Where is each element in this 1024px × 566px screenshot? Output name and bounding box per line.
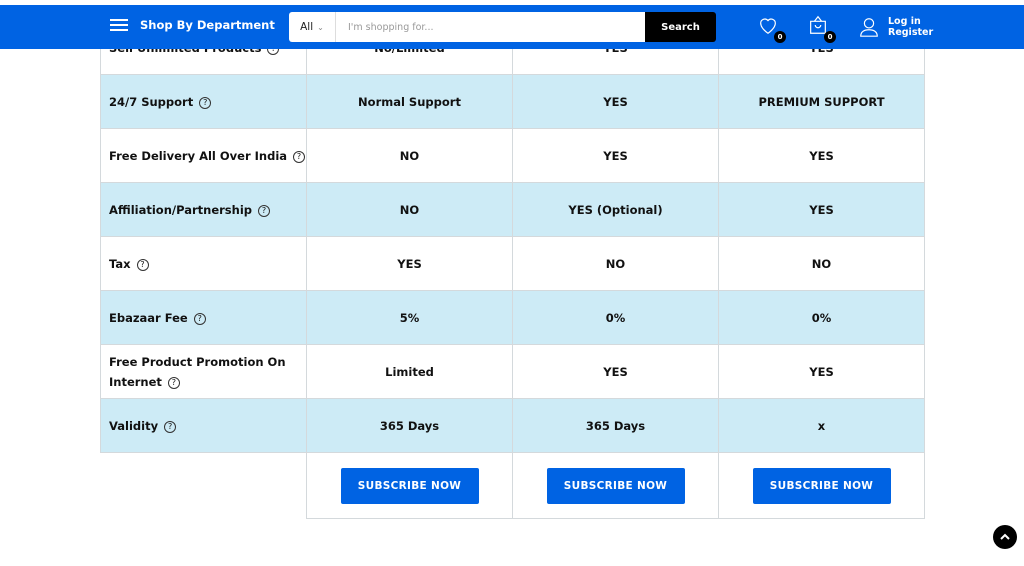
- table-row: Ebazaar Fee? 5% 0% 0%: [100, 290, 925, 345]
- help-icon[interactable]: ?: [136, 258, 149, 271]
- feature-label-cell: Validity?: [100, 398, 307, 453]
- feature-label: Validity: [109, 418, 159, 433]
- feature-label-cell: Ebazaar Fee?: [100, 290, 307, 345]
- subscribe-row: SUBSCRIBE NOW SUBSCRIBE NOW SUBSCRIBE NOW: [100, 452, 925, 519]
- subscribe-now-button[interactable]: SUBSCRIBE NOW: [340, 467, 479, 504]
- feature-label-cell: Affiliation/Partnership?: [100, 182, 307, 237]
- menu-icon: [110, 19, 128, 31]
- login-link[interactable]: Log in: [888, 16, 933, 27]
- register-link[interactable]: Register: [888, 27, 933, 38]
- feature-label: Free Product Promotion On Internet: [109, 354, 286, 389]
- search-bar: All ⌄ Search: [289, 12, 716, 42]
- plan-value-cell: NO: [718, 236, 925, 291]
- plan-value-cell: YES: [306, 236, 513, 291]
- subscribe-cell: SUBSCRIBE NOW: [718, 452, 925, 519]
- plan-value-cell: 0%: [512, 290, 719, 345]
- plan-value-cell: YES: [512, 128, 719, 183]
- plan-value-cell: Normal Support: [306, 74, 513, 129]
- plan-value-cell: YES (Optional): [512, 182, 719, 237]
- subscribe-now-button[interactable]: SUBSCRIBE NOW: [546, 467, 685, 504]
- feature-label-cell: Tax?: [100, 236, 307, 291]
- cart-count: 0: [824, 31, 836, 43]
- search-input[interactable]: [336, 12, 645, 42]
- feature-label: Free Delivery All Over India: [109, 148, 288, 163]
- category-value: All: [300, 21, 314, 33]
- feature-label: Affiliation/Partnership: [109, 202, 253, 217]
- feature-label: Tax: [109, 256, 131, 271]
- feature-label-cell: 24/7 Support?: [100, 74, 307, 129]
- table-row: Free Delivery All Over India? NO YES YES: [100, 128, 925, 183]
- plan-value-cell: 365 Days: [512, 398, 719, 453]
- plan-value-cell: NO: [512, 236, 719, 291]
- plan-value-cell: PREMIUM SUPPORT: [718, 74, 925, 129]
- help-icon[interactable]: ?: [258, 204, 271, 217]
- feature-label: 24/7 Support: [109, 94, 194, 109]
- subscribe-cell: SUBSCRIBE NOW: [512, 452, 719, 519]
- chevron-down-icon: ⌄: [317, 22, 324, 32]
- category-select[interactable]: All ⌄: [289, 12, 336, 42]
- plan-value-cell: NO: [306, 182, 513, 237]
- plan-comparison-table: Sell Unlimited Products?No/LimitedYESYES…: [100, 20, 925, 519]
- shop-by-department-button[interactable]: Shop By Department: [110, 18, 275, 32]
- account-menu: Log in Register: [858, 16, 933, 38]
- feature-label-cell: Free Delivery All Over India?: [100, 128, 307, 183]
- wishlist-count: 0: [774, 31, 786, 43]
- subscribe-now-button[interactable]: SUBSCRIBE NOW: [752, 467, 891, 504]
- user-icon: [860, 18, 878, 37]
- help-icon[interactable]: ?: [164, 420, 177, 433]
- plan-value-cell: x: [718, 398, 925, 453]
- table-row: Validity? 365 Days 365 Days x: [100, 398, 925, 453]
- help-icon[interactable]: ?: [199, 96, 212, 109]
- help-icon[interactable]: ?: [293, 150, 306, 163]
- chevron-up-icon: [1000, 533, 1010, 540]
- feature-label-cell: Free Product Promotion On Internet?: [100, 344, 307, 399]
- feature-label: Ebazaar Fee: [109, 310, 188, 325]
- cart-button[interactable]: 0: [807, 14, 836, 43]
- help-icon[interactable]: ?: [193, 312, 206, 325]
- search-button[interactable]: Search: [645, 12, 716, 42]
- site-header: Shop By Department All ⌄ Search 0 0 Log …: [0, 5, 1024, 49]
- table-row: Tax? YES NO NO: [100, 236, 925, 291]
- subscribe-cell: SUBSCRIBE NOW: [306, 452, 513, 519]
- plan-value-cell: NO: [306, 128, 513, 183]
- table-row: Free Product Promotion On Internet? Limit…: [100, 344, 925, 399]
- plan-value-cell: 365 Days: [306, 398, 513, 453]
- plan-value-cell: YES: [718, 128, 925, 183]
- empty-cell: [100, 452, 307, 519]
- plan-value-cell: 0%: [718, 290, 925, 345]
- plan-value-cell: Limited: [306, 344, 513, 399]
- help-icon[interactable]: ?: [167, 376, 180, 389]
- plan-value-cell: YES: [718, 344, 925, 399]
- plan-value-cell: YES: [512, 74, 719, 129]
- plan-value-cell: YES: [512, 344, 719, 399]
- plan-value-cell: 5%: [306, 290, 513, 345]
- scroll-to-top-button[interactable]: [993, 525, 1017, 549]
- plan-value-cell: YES: [718, 182, 925, 237]
- department-label: Shop By Department: [140, 18, 275, 32]
- table-row: Affiliation/Partnership? NO YES (Optional)…: [100, 182, 925, 237]
- wishlist-button[interactable]: 0: [757, 14, 786, 43]
- table-row: 24/7 Support? Normal Support YES PREMIUM SU…: [100, 74, 925, 129]
